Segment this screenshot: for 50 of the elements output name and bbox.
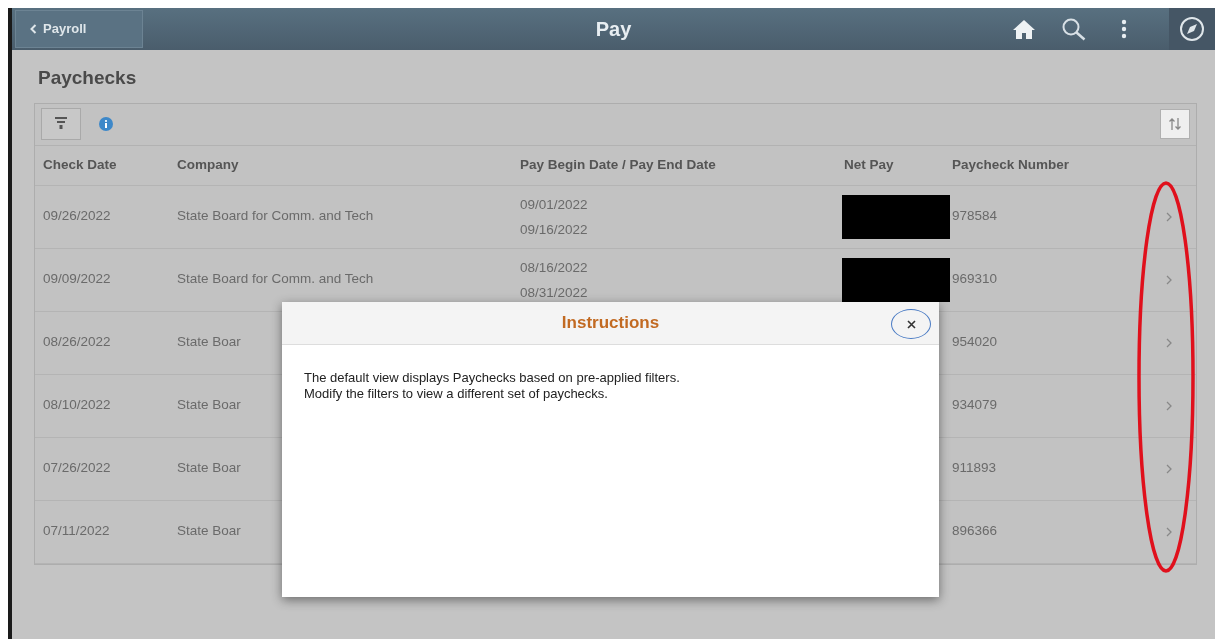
page-header-title: Pay: [595, 17, 632, 42]
column-header: Company: [177, 156, 239, 172]
check-date-cell: 07/11/2022: [43, 523, 110, 539]
back-button[interactable]: Payroll: [15, 10, 143, 48]
close-icon: [906, 319, 916, 329]
chevron-right-icon[interactable]: [1166, 400, 1172, 411]
column-header: Check Date: [43, 156, 117, 172]
column-header: Pay Begin Date / Pay End Date: [520, 156, 716, 172]
paycheck-number-cell: 896366: [952, 523, 998, 539]
paycheck-number-cell: 934079: [952, 397, 998, 413]
chevron-right-icon[interactable]: [1166, 211, 1172, 222]
chevron-left-icon: [30, 24, 37, 34]
column-header: Paycheck Number: [952, 156, 1070, 172]
paycheck-number-cell: 978584: [952, 208, 998, 224]
pay-begin-date: 08/16/2022: [520, 258, 589, 277]
chevron-right-icon[interactable]: [1166, 463, 1172, 474]
sort-icon: [1168, 117, 1182, 131]
paycheck-number-cell: 969310: [952, 271, 998, 287]
check-date-cell: 07/26/2022: [43, 460, 111, 476]
chevron-right-icon[interactable]: [1166, 526, 1172, 537]
filter-button[interactable]: [41, 108, 81, 140]
company-cell: State Board for Comm. and Tech: [177, 271, 374, 287]
info-icon[interactable]: [99, 117, 113, 131]
search-icon[interactable]: [1061, 17, 1087, 41]
paycheck-number-cell: 911893: [952, 460, 997, 476]
more-options-icon[interactable]: [1121, 19, 1127, 39]
column-header: Net Pay: [844, 156, 894, 172]
sort-button[interactable]: [1160, 109, 1190, 139]
filter-icon: [54, 117, 68, 131]
company-cell: State Boar: [177, 334, 241, 350]
instructions-text: The default view displays Paychecks based on pre-applied filters. Modify the filters to view a different set of paychecks.: [303, 369, 681, 403]
pay-end-date: 08/31/2022: [520, 283, 589, 302]
check-date-cell: 09/09/2022: [43, 271, 111, 287]
check-date-cell: 09/26/2022: [43, 208, 111, 224]
company-cell: State Boar: [177, 523, 241, 539]
check-date-cell: 08/10/2022: [43, 397, 111, 413]
company-cell: State Board for Comm. and Tech: [177, 208, 374, 224]
pay-begin-date: 09/01/2022: [520, 195, 589, 214]
chevron-right-icon[interactable]: [1166, 274, 1172, 285]
pay-end-date: 09/16/2022: [520, 220, 589, 239]
home-icon[interactable]: [1012, 19, 1036, 39]
table-row[interactable]: 09/26/2022 State Board for Comm. and Tech 09/01/2022 09/16/2022 978584: [35, 185, 1196, 249]
company-cell: State Boar: [177, 460, 241, 476]
dialog-title: Instructions: [561, 312, 660, 335]
page-title: Paychecks: [38, 66, 138, 90]
company-cell: State Boar: [177, 397, 241, 413]
compass-icon[interactable]: [1179, 16, 1205, 42]
check-date-cell: 08/26/2022: [43, 334, 111, 350]
chevron-right-icon[interactable]: [1166, 337, 1172, 348]
paycheck-number-cell: 954020: [952, 334, 998, 350]
